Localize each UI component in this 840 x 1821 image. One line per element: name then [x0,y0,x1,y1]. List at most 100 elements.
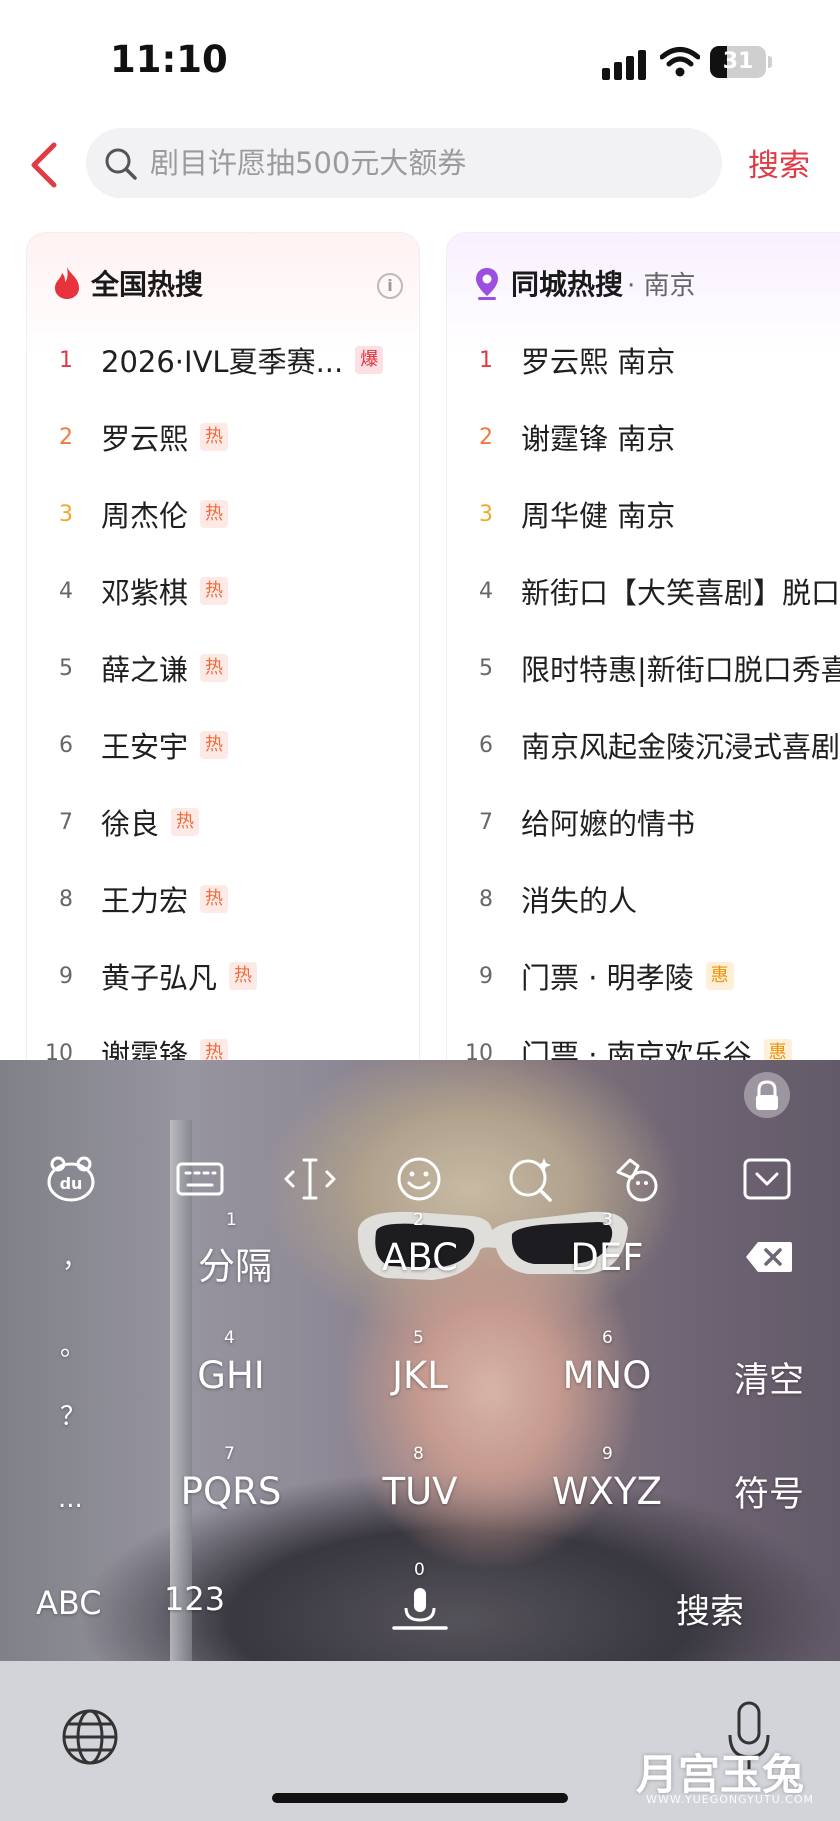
skin-icon[interactable] [608,1152,662,1206]
number-key[interactable]: 123 [164,1580,225,1618]
city-name[interactable]: · 南京 [627,265,696,302]
collapse-keyboard-icon[interactable] [740,1152,794,1206]
lock-icon[interactable] [744,1072,790,1118]
national-hot-item[interactable]: 5 薛之谦热 [27,645,229,691]
search-icon [105,148,137,180]
wifi-icon [659,46,701,78]
city-hot-panel: 同城热搜 · 南京 1 罗云熙 南京 2 谢霆锋 南京 3 周华健 南京 4 新街口【大笑喜剧… [446,232,840,1132]
rank-number: 7 [479,809,493,835]
info-icon[interactable]: i [377,273,403,299]
national-hot-item[interactable]: 9 黄子弘凡热 [27,953,258,999]
watermark-url: WWW.YUEGONGYUTU.COM [646,1793,814,1806]
rank-text: 限时特惠|新街口脱口秀喜 [521,653,840,687]
key-6[interactable]: 6 MNO [552,1328,662,1418]
national-hot-item[interactable]: 2 罗云熙热 [27,414,229,460]
punct-ellipsis-key[interactable]: ... [58,1484,83,1514]
city-hot-item[interactable]: 2 谢霆锋 南京 [447,414,675,460]
rank-text: 门票 · 明孝陵 [521,961,694,995]
hot-badge: 热 [200,654,229,682]
national-hot-title: 全国热搜 [91,268,204,301]
key-3[interactable]: 3 DEF [552,1210,662,1300]
punct-period-key[interactable]: 。 [60,1326,86,1363]
punct-comma-key[interactable]: ， [62,1238,88,1275]
national-hot-item[interactable]: 7 徐良热 [27,799,200,845]
search-bar[interactable] [86,128,722,198]
rank-text: 黄子弘凡 [101,961,218,995]
rank-number: 7 [59,809,73,835]
rank-text: 罗云熙 [101,422,189,456]
national-hot-header: 全国热搜 [53,263,203,303]
keyboard-icon[interactable] [173,1152,227,1206]
rank-number: 2 [59,424,73,450]
rank-number: 4 [59,578,73,604]
clear-key[interactable]: 清空 [734,1352,804,1403]
battery-tip [768,56,772,68]
key-8[interactable]: 8 TUV [365,1444,475,1534]
rank-text: 2026·IVL夏季赛... [101,345,344,379]
globe-icon[interactable] [60,1707,120,1767]
home-indicator[interactable] [272,1793,568,1803]
rank-number: 9 [59,963,73,989]
rank-number: 3 [59,501,73,527]
rank-text: 新街口【大笑喜剧】脱口 [521,576,840,610]
search-sparkle-icon[interactable] [504,1152,558,1206]
status-time: 11:10 [110,38,228,81]
back-button[interactable] [26,140,66,190]
rank-text: 周杰伦 [101,499,189,533]
city-hot-item[interactable]: 5 限时特惠|新街口脱口秀喜 [447,645,840,691]
national-hot-item[interactable]: 6 王安宇热 [27,722,229,768]
rank-number: 5 [59,655,73,681]
search-enter-key[interactable]: 搜索 [676,1584,744,1633]
rank-text: 王安宇 [101,730,189,764]
national-hot-item[interactable]: 8 王力宏热 [27,876,229,922]
search-button[interactable]: 搜索 [748,140,810,185]
search-input[interactable] [150,128,710,198]
key-4[interactable]: 4 GHI [176,1328,286,1418]
city-hot-item[interactable]: 7 给阿嬷的情书 [447,799,695,845]
rank-number: 4 [479,578,493,604]
rank-number: 8 [479,886,493,912]
cellular-signal-icon [602,50,648,80]
national-hot-item[interactable]: 4 邓紫棋热 [27,568,229,614]
emoji-icon[interactable] [392,1152,446,1206]
hot-badge: 热 [200,885,229,913]
location-pin-icon [476,268,498,300]
hot-badge: 热 [200,500,229,528]
rank-text: 薛之谦 [101,653,189,687]
du-logo-icon[interactable]: du [44,1152,98,1206]
backspace-key[interactable] [744,1240,794,1283]
city-hot-item[interactable]: 3 周华健 南京 [447,491,675,537]
national-hot-item[interactable]: 1 2026·IVL夏季赛... 爆 [27,337,384,383]
key-9[interactable]: 9 WXYZ [552,1444,662,1534]
key-7[interactable]: 7 PQRS [176,1444,286,1534]
chevron-left-icon [31,142,57,188]
rank-number: 6 [479,732,493,758]
rank-number: 8 [59,886,73,912]
punct-question-key[interactable]: ？ [60,1396,86,1433]
key-1[interactable]: 1 分隔 [180,1210,290,1300]
rank-number: 9 [479,963,493,989]
city-hot-item[interactable]: 1 罗云熙 南京 [447,337,675,383]
space-key[interactable]: 0 [380,1560,460,1650]
key-2[interactable]: 2 ABC [365,1210,475,1300]
city-hot-item[interactable]: 4 新街口【大笑喜剧】脱口 [447,568,840,614]
city-hot-item[interactable]: 9 门票 · 明孝陵惠 [447,953,734,999]
rank-text: 谢霆锋 南京 [521,422,676,456]
battery-icon: 31 [710,46,766,78]
hot-badge: 热 [171,808,200,836]
rank-text: 南京风起金陵沉浸式喜剧 [521,730,840,764]
city-hot-item[interactable]: 8 消失的人 [447,876,637,922]
trending-badge: 爆 [355,346,384,374]
city-hot-item[interactable]: 6 南京风起金陵沉浸式喜剧 [447,722,840,768]
svg-text:du: du [60,1174,83,1193]
key-5[interactable]: 5 JKL [365,1328,475,1418]
cursor-icon[interactable] [283,1152,337,1206]
abc-key[interactable]: ABC [36,1584,102,1622]
rank-text: 徐良 [101,807,160,841]
hot-badge: 热 [200,577,229,605]
symbol-key[interactable]: 符号 [734,1466,804,1517]
rank-number: 1 [479,347,493,373]
national-hot-item[interactable]: 3 周杰伦热 [27,491,229,537]
hot-badge: 热 [200,423,229,451]
voice-space-icon [392,1588,448,1630]
